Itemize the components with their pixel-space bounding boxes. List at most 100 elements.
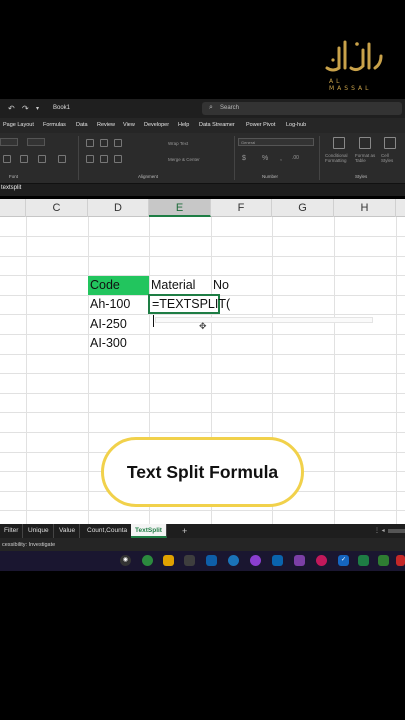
cell-d-row-3[interactable]: AI-300 [88, 334, 149, 353]
grid-line [0, 334, 405, 335]
formula-text: =TEXTSPLIT( [152, 297, 231, 311]
font-name-dropdown[interactable] [0, 138, 18, 146]
grid-line [0, 314, 405, 315]
pinned-app-icon[interactable] [396, 555, 405, 566]
sheet-tab-filter[interactable]: Filter [0, 524, 24, 538]
column-headers: C D E F G H [0, 199, 405, 217]
format-as-table-icon[interactable] [359, 137, 371, 149]
number-format-dropdown[interactable]: General [238, 138, 314, 146]
grid-line [0, 236, 405, 237]
grid-line [88, 217, 89, 524]
group-font-label: Font [9, 174, 19, 179]
align-center-icon[interactable] [100, 155, 108, 163]
chrome-icon[interactable] [142, 555, 153, 566]
taskview-icon[interactable]: ◉ [120, 555, 131, 566]
active-cell-editor[interactable]: =TEXTSPLIT( [148, 294, 230, 327]
align-top-icon[interactable] [86, 139, 94, 147]
cell-styles-button[interactable]: Cell Styles [381, 153, 399, 163]
grid-line [0, 510, 405, 511]
grid-line [0, 373, 405, 374]
horizontal-scrollbar[interactable] [388, 529, 405, 533]
undo-icon[interactable]: ↶ [8, 104, 15, 113]
brand-logo: AL MASSAL [323, 38, 385, 92]
percent-icon[interactable]: % [262, 155, 268, 162]
mail-icon[interactable] [206, 555, 217, 566]
camera-icon[interactable] [184, 555, 195, 566]
file-explorer-icon[interactable] [163, 555, 174, 566]
fill-color-icon[interactable] [38, 155, 46, 163]
column-header-e[interactable]: E [149, 199, 211, 217]
tab-data-streamer[interactable]: Data Streamer [199, 122, 235, 128]
tab-page-layout[interactable]: Page Layout [3, 122, 34, 128]
search-icon: ⌕ [209, 104, 213, 111]
accessibility-status[interactable]: cessibility: Investigate [2, 542, 55, 548]
sheet-tab-count-counta[interactable]: Count,Counta [83, 524, 133, 538]
column-header-h[interactable]: H [334, 199, 396, 217]
column-header-f[interactable]: F [211, 199, 272, 217]
tab-developer[interactable]: Developer [144, 122, 169, 128]
tab-view[interactable]: View [123, 122, 135, 128]
sheets-icon[interactable] [378, 555, 389, 566]
edge-icon[interactable] [228, 555, 239, 566]
column-header-d[interactable]: D [88, 199, 149, 217]
grid-line [26, 217, 27, 524]
format-as-table-button[interactable]: Format as Table [355, 153, 377, 163]
todo-icon[interactable]: ✓ [338, 555, 349, 566]
merge-center-button[interactable]: Merge & Center [168, 157, 200, 162]
tab-power-pivot[interactable]: Power Pivot [246, 122, 275, 128]
messenger-icon[interactable] [250, 555, 261, 566]
column-header-c[interactable]: C [26, 199, 88, 217]
onenote-icon[interactable] [294, 555, 305, 566]
ribbon: Font Wrap Text Merge & Center Alignment … [0, 133, 405, 183]
word-like-icon[interactable] [272, 555, 283, 566]
comma-icon[interactable]: , [280, 155, 282, 162]
column-header-g[interactable]: G [272, 199, 334, 217]
quick-access-dropdown-icon[interactable]: ▾ [36, 105, 39, 112]
sheet-scroll-icon[interactable]: ⋮ ◂ [374, 524, 385, 538]
sheet-tab-textsplit[interactable]: TextSplit [131, 524, 167, 538]
tab-review[interactable]: Review [97, 122, 115, 128]
align-right-icon[interactable] [114, 155, 122, 163]
tab-data[interactable]: Data [76, 122, 88, 128]
cell-styles-icon[interactable] [384, 137, 396, 149]
cell-e-material-header[interactable]: Material [149, 276, 211, 295]
borders-icon[interactable] [20, 155, 28, 163]
align-middle-icon[interactable] [100, 139, 108, 147]
cell-f-no-header[interactable]: No [211, 276, 272, 295]
group-number-label: Number [262, 174, 279, 179]
wrap-text-button[interactable]: Wrap Text [168, 141, 188, 146]
title-bar: ↶ ↷ ▾ Book1 ⌕ Search [0, 99, 405, 118]
tab-help[interactable]: Help [178, 122, 189, 128]
grid-line [0, 354, 405, 355]
excel-icon[interactable] [358, 555, 369, 566]
sheet-tab-value[interactable]: Value [55, 524, 81, 538]
text-color-icon[interactable] [58, 155, 66, 163]
group-alignment-label: Alignment [138, 174, 159, 179]
conditional-formatting-button[interactable]: Conditional Formatting [325, 153, 353, 163]
grid-line [0, 412, 405, 413]
worksheet-grid[interactable]: Code Material No Ah-100 AI-250 AI-300 =T… [0, 217, 405, 524]
align-bottom-icon[interactable] [114, 139, 122, 147]
tab-formulas[interactable]: Formulas [43, 122, 66, 128]
font-size-dropdown[interactable] [27, 138, 45, 146]
workbook-title: Book1 [53, 105, 71, 111]
cell-d-row-2[interactable]: AI-250 [88, 315, 149, 334]
ribbon-separator [78, 136, 79, 180]
increase-decimal-icon[interactable]: .00 [292, 155, 299, 161]
brand-logo-mark [325, 40, 383, 72]
cell-d-code-header[interactable]: Code [88, 276, 149, 295]
add-sheet-icon[interactable]: + [182, 524, 187, 538]
name-box[interactable]: textsplit [0, 185, 21, 191]
app-icon[interactable] [316, 555, 327, 566]
caption-overlay: Text Split Formula [101, 437, 304, 507]
search-box[interactable]: ⌕ Search [202, 102, 402, 115]
grid-line [0, 393, 405, 394]
align-left-icon[interactable] [86, 155, 94, 163]
font-color-icon[interactable] [3, 155, 11, 163]
sheet-tab-unique[interactable]: Unique [24, 524, 54, 538]
redo-icon[interactable]: ↷ [22, 104, 29, 113]
currency-icon[interactable]: $ [242, 155, 246, 162]
cell-d-row-1[interactable]: Ah-100 [88, 295, 149, 314]
tab-log-hub[interactable]: Log-hub [286, 122, 306, 128]
conditional-formatting-icon[interactable] [333, 137, 345, 149]
